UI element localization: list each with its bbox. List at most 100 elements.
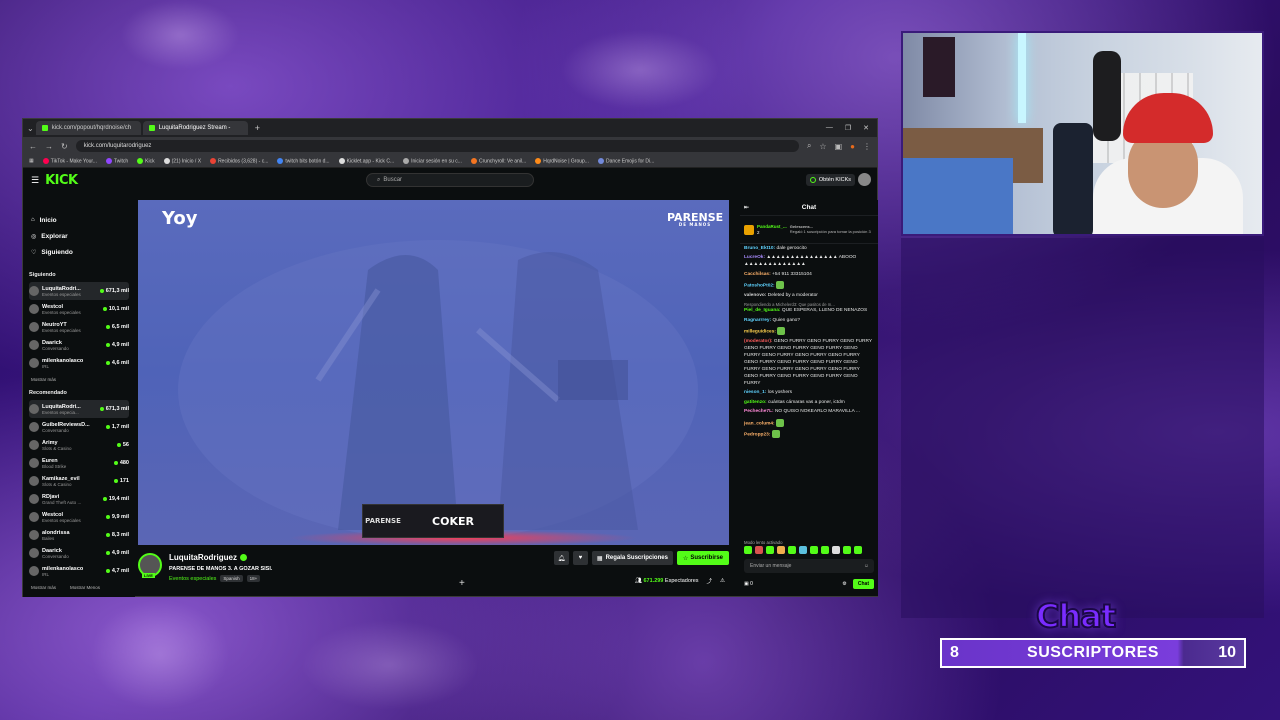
bookmark-item[interactable]: Recibidos (3,628) - c... — [210, 157, 268, 164]
subscribe-button[interactable]: ☆ Suscribirse — [676, 551, 729, 565]
age-tag[interactable]: 18+ — [246, 575, 261, 582]
user-avatar[interactable] — [858, 173, 871, 186]
chat-username[interactable]: Cacchilsas: — [744, 272, 771, 277]
bookmark-item[interactable]: twitch bits botón d... — [277, 157, 330, 164]
chat-settings-icon[interactable]: ⚙ — [842, 581, 846, 587]
menu-icon[interactable]: ☰ — [31, 175, 39, 186]
chat-username[interactable]: gatitenzo: — [744, 400, 767, 405]
sidebar-channel[interactable]: GuibelReviewsD... Conversando 1,7 mil — [29, 418, 129, 436]
sidebar-channel[interactable]: alondrissa Bailes 8,3 mil — [29, 526, 129, 544]
forward-icon[interactable]: → — [45, 142, 53, 151]
channel-avatar — [29, 340, 39, 350]
close-window-icon[interactable]: ✕ — [863, 124, 869, 132]
sidebar-channel[interactable]: Daarick Conversando 4,9 mil — [29, 336, 129, 354]
emote-icon[interactable] — [843, 546, 851, 554]
report-icon[interactable]: ⚠ — [720, 578, 725, 584]
follow-heart-button[interactable]: ♥ — [572, 551, 588, 565]
back-icon[interactable]: ← — [29, 142, 37, 151]
sidebar-channel[interactable]: LuquitaRodri... Eventos especia... 671,3 m… — [29, 400, 129, 418]
sidebar-channel[interactable]: milenkanolasco IRL 4,6 mil — [29, 354, 129, 372]
pinned-gift-banner[interactable]: PandaRust_... 2 Gelescens... Regaló 1 susc… — [740, 216, 878, 244]
chat-message-input[interactable]: Enviar un mensaje ☺ — [744, 559, 874, 573]
kick-favicon-icon — [41, 125, 48, 131]
bookmark-item[interactable]: TikTok - Make Your... — [42, 157, 97, 164]
tab-search-icon[interactable]: ⌄ — [27, 124, 34, 133]
sidebar-item-explorar[interactable]: ◎ Explorar — [29, 228, 129, 244]
emote-icon[interactable] — [777, 546, 785, 554]
bookmark-item[interactable]: Kicklet.app - Kick C... — [338, 157, 394, 164]
sidebar-channel[interactable]: Kamikaze_evil Slots & Casino 171 — [29, 472, 129, 490]
new-tab-icon[interactable]: + — [250, 123, 265, 133]
browser-menu-icon[interactable]: ⋮ — [863, 142, 871, 151]
emote-icon[interactable] — [744, 546, 752, 554]
sidebar-channel[interactable]: Arimy Slots & Casino 56 — [29, 436, 129, 454]
bookmark-item[interactable]: Kick — [137, 157, 155, 164]
sidebar-channel[interactable]: Westcol Eventos especiales 10,1 mil — [29, 300, 129, 318]
chat-username[interactable]: Bruno_Ekt10: — [744, 246, 775, 251]
video-player[interactable]: Yoy PARENSE DE MANOS PARENSE COKER — [138, 200, 729, 545]
bookmark-item[interactable]: Crunchyroll: Ve anil... — [470, 157, 526, 164]
notification-bell-button[interactable]: 🔔︎ — [553, 551, 569, 565]
show-less-link[interactable]: Mostrar Menos — [70, 585, 100, 590]
browser-tab-active[interactable]: LuquitaRodriguez Stream - — [142, 121, 248, 135]
sidebar-channel[interactable]: NeutroYT Eventos especiales 6,5 mil — [29, 318, 129, 336]
bookmark-item[interactable]: Dance Emojis for Di... — [597, 157, 654, 164]
streamer-name[interactable]: LuquitaRodriguez — [169, 553, 247, 562]
chat-username[interactable]: (moderator): — [744, 339, 773, 344]
sidebar-channel[interactable]: Westcol Eventos especiales 9,9 mil — [29, 508, 129, 526]
chat-username[interactable]: milleguidices: — [744, 330, 776, 335]
search-input[interactable]: ⌕ Buscar — [366, 173, 534, 187]
chat-username[interactable]: LucreOk: — [744, 255, 765, 260]
emote-icon[interactable] — [788, 546, 796, 554]
emote-icon[interactable] — [821, 546, 829, 554]
minimize-icon[interactable]: — — [826, 124, 833, 132]
show-more-link[interactable]: Mostrar más — [31, 377, 129, 382]
bookmark-item[interactable]: (21) Inicio / X — [163, 157, 201, 164]
kicks-wallet-icon[interactable]: ▣ — [744, 581, 749, 587]
chat-username[interactable]: nieson_1: — [744, 390, 766, 395]
sidebar-channel[interactable]: Euren Blood Strike 480 — [29, 454, 129, 472]
send-chat-button[interactable]: Chat — [852, 579, 874, 589]
emote-icon[interactable] — [832, 546, 840, 554]
chat-username[interactable]: Piel_de_Iguana: — [744, 308, 781, 313]
chat-username[interactable]: jean_colum4: — [744, 421, 775, 426]
collapse-chat-icon[interactable]: ⇤ — [744, 204, 749, 211]
zoom-icon[interactable]: ⌕ — [807, 141, 811, 151]
emote-icon[interactable] — [810, 546, 818, 554]
chat-username[interactable]: PatoshoPt02: — [744, 284, 775, 289]
bookmark-item[interactable]: HqrdNoise | Group... — [535, 157, 589, 164]
sidebar-item-siguiendo[interactable]: ♡ Siguiendo — [29, 244, 129, 260]
url-field[interactable]: kick.com/luquitarodriguez — [75, 140, 799, 152]
star-icon: ☆ — [682, 555, 689, 562]
emote-icon[interactable] — [854, 546, 862, 554]
show-more-recommended-link[interactable]: Mostrar más — [31, 585, 56, 590]
bookmark-item[interactable]: Iniciar sesión en su c... — [403, 157, 462, 164]
bookmark-star-icon[interactable]: ☆ — [819, 142, 826, 151]
stream-category[interactable]: Eventos especiales — [169, 576, 216, 582]
browser-tab[interactable]: kick.com/popout/hqrdnoise/ch — [35, 121, 141, 135]
sidebar-item-inicio[interactable]: ⌂ Inicio — [29, 212, 129, 228]
chat-username[interactable]: Pecheche7L: — [744, 409, 774, 414]
share-icon[interactable]: ⤴ — [707, 577, 713, 585]
emote-icon[interactable] — [755, 546, 763, 554]
chat-username[interactable]: valenovo: — [744, 293, 766, 298]
gift-subs-button[interactable]: ▦ Regala Suscripciones — [591, 551, 673, 565]
bookmark-item[interactable]: Twitch — [105, 157, 128, 164]
sidebar-channel[interactable]: milenkanolasco IRL 4,7 mil — [29, 562, 129, 580]
reload-icon[interactable]: ↻ — [61, 142, 68, 151]
extensions-icon[interactable]: ▣ — [835, 142, 843, 151]
profile-icon[interactable]: ● — [850, 142, 855, 151]
language-tag[interactable]: Spanish — [220, 575, 243, 582]
emote-icon[interactable] — [799, 546, 807, 554]
sidebar-channel[interactable]: RDjavi Grand Theft Auto ... 19,4 mil — [29, 490, 129, 508]
get-kicks-button[interactable]: Obtén KICKs — [805, 174, 855, 186]
chat-username[interactable]: Ragnarrrey: — [744, 318, 771, 323]
sidebar-channel[interactable]: Daarick Conversando 4,9 mil — [29, 544, 129, 562]
bookmark-apps-icon[interactable]: ▦ — [29, 158, 34, 164]
maximize-icon[interactable]: ❐ — [845, 124, 851, 132]
chat-username[interactable]: Pedropp23: — [744, 433, 770, 438]
sidebar-channel[interactable]: LuquitaRodri... Eventos especiales 671,3 m… — [29, 282, 129, 300]
kick-logo[interactable]: KICK — [45, 173, 78, 188]
emoji-icon[interactable]: ☺ — [864, 563, 869, 569]
emote-icon[interactable] — [766, 546, 774, 554]
